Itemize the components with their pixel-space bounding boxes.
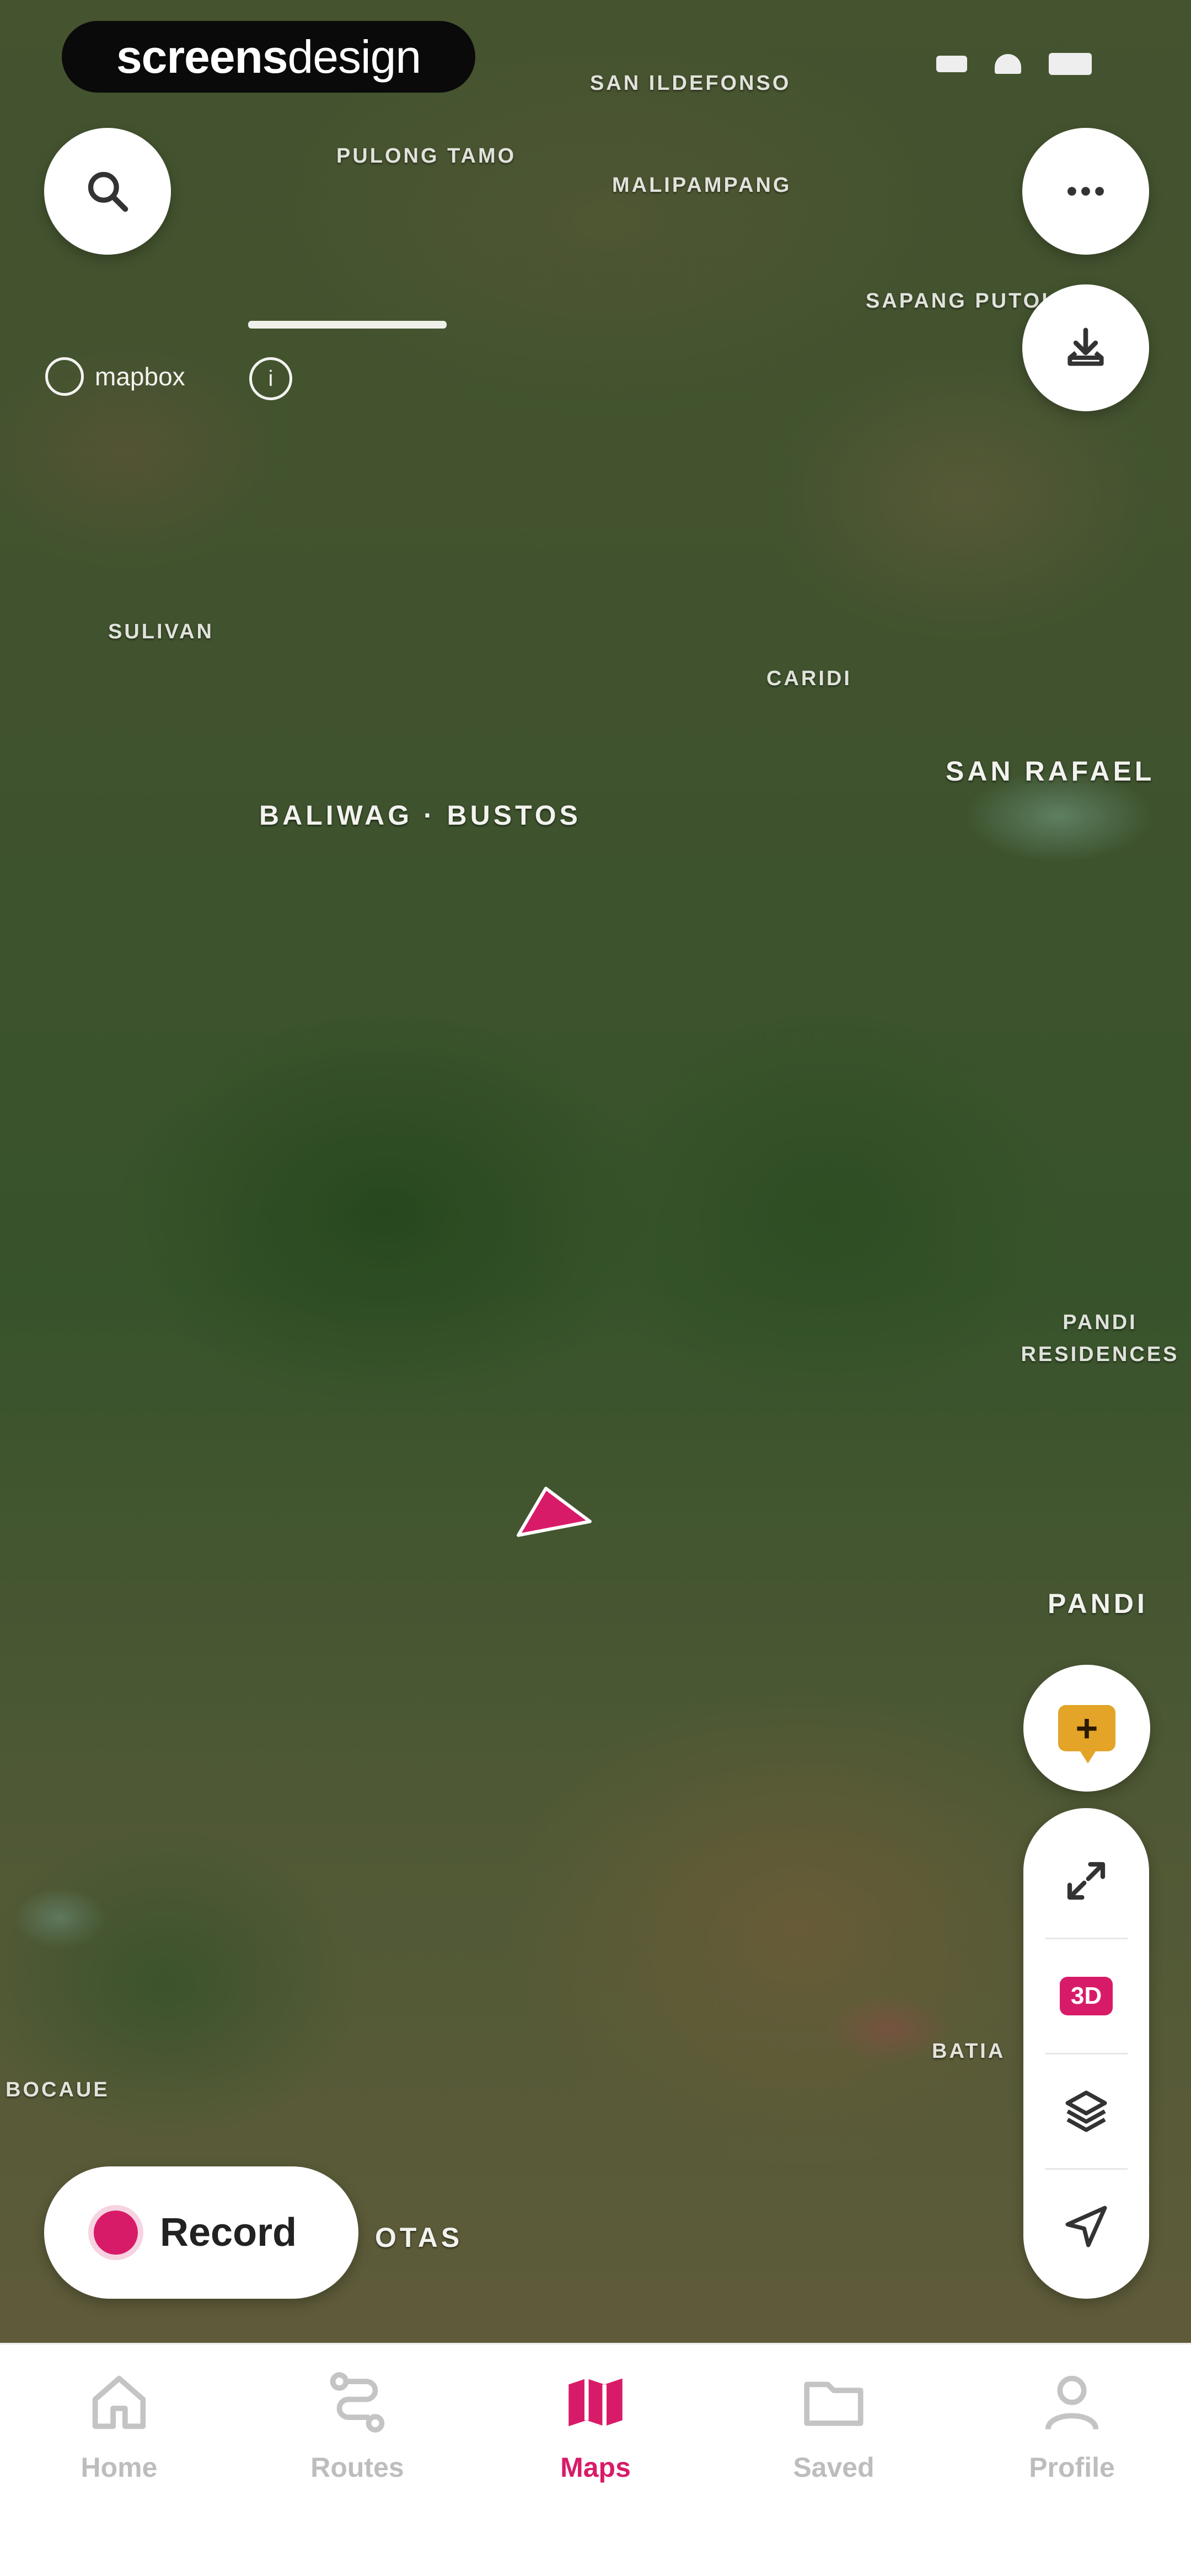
mapbox-text: mapbox (95, 362, 185, 391)
map-label: BALIWAG · BUSTOS (259, 800, 581, 831)
brand-text-light: design (287, 30, 422, 83)
wifi-icon (995, 54, 1021, 74)
map-label: BOCAUE (6, 2078, 110, 2101)
map-label: PANDI RESIDENCES (1021, 1311, 1179, 1366)
map-tools: 3D (1023, 1808, 1149, 2299)
mapbox-logo-icon (45, 357, 84, 396)
search-button[interactable] (44, 128, 171, 255)
layers-icon (1065, 2090, 1107, 2132)
bottom-tab-bar: Home Routes Maps Saved Profile (0, 2343, 1191, 2576)
record-button[interactable]: Record (44, 2166, 358, 2299)
profile-icon (1045, 2375, 1099, 2430)
map-label: PULONG TAMO (336, 144, 517, 168)
signal-icon (936, 56, 967, 72)
map-label: OTAS (375, 2222, 463, 2253)
locate-button[interactable] (1023, 2171, 1149, 2282)
tab-label: Profile (1029, 2452, 1115, 2483)
divider (1045, 1937, 1128, 1939)
more-button[interactable] (1022, 128, 1149, 255)
3d-toggle-button[interactable]: 3D (1023, 1941, 1149, 2051)
expand-icon (1067, 1862, 1106, 1900)
map-view[interactable]: SAN ILDEFONSO PULONG TAMO MALIPAMPANG SA… (0, 0, 1191, 2343)
map-label: MALIPAMPANG (612, 174, 792, 197)
note-plus-icon: + (1058, 1705, 1115, 1763)
map-label: CARIDI (766, 667, 852, 690)
record-icon (94, 2211, 138, 2255)
tab-routes[interactable]: Routes (238, 2344, 476, 2576)
tab-label: Maps (560, 2452, 631, 2483)
add-note-button[interactable]: + (1023, 1665, 1150, 1792)
download-icon (1067, 327, 1104, 366)
divider (1045, 2052, 1128, 2055)
routes-icon (330, 2372, 385, 2433)
tab-home[interactable]: Home (0, 2344, 238, 2576)
mapbox-attribution[interactable]: mapbox i (45, 357, 292, 400)
tab-profile[interactable]: Profile (953, 2344, 1191, 2576)
map-label: PANDI (1048, 1588, 1148, 1619)
map-label: SAN ILDEFONSO (590, 72, 791, 95)
tab-maps[interactable]: Maps (476, 2344, 715, 2576)
tab-label: Routes (310, 2452, 404, 2483)
map-scale-bar (248, 321, 447, 329)
tab-label: Home (81, 2452, 158, 2483)
more-icon (1067, 187, 1104, 196)
map-icon (568, 2378, 623, 2427)
locate-icon (1065, 2206, 1107, 2247)
tab-saved[interactable]: Saved (715, 2344, 953, 2576)
map-label: BATIA (932, 2040, 1006, 2063)
record-label: Record (160, 2211, 297, 2255)
download-button[interactable] (1022, 284, 1149, 411)
brand-badge: screens design (62, 21, 475, 93)
search-icon (88, 171, 128, 212)
map-label: SAN RAFAEL (946, 756, 1155, 787)
divider (1045, 2168, 1128, 2170)
3d-badge: 3D (1059, 1976, 1113, 2015)
tab-label: Saved (793, 2452, 875, 2483)
battery-icon (1049, 53, 1092, 75)
info-icon[interactable]: i (249, 357, 292, 400)
expand-button[interactable] (1023, 1826, 1149, 1936)
status-bar-icons (936, 53, 1092, 75)
layers-button[interactable] (1023, 2056, 1149, 2166)
brand-text-bold: screens (116, 30, 288, 83)
map-label: SAPANG PUTOL (866, 289, 1057, 313)
current-location-marker (517, 1487, 592, 1537)
map-label: SULIVAN (108, 620, 214, 643)
folder-icon (804, 2381, 863, 2426)
home-icon (92, 2375, 146, 2429)
